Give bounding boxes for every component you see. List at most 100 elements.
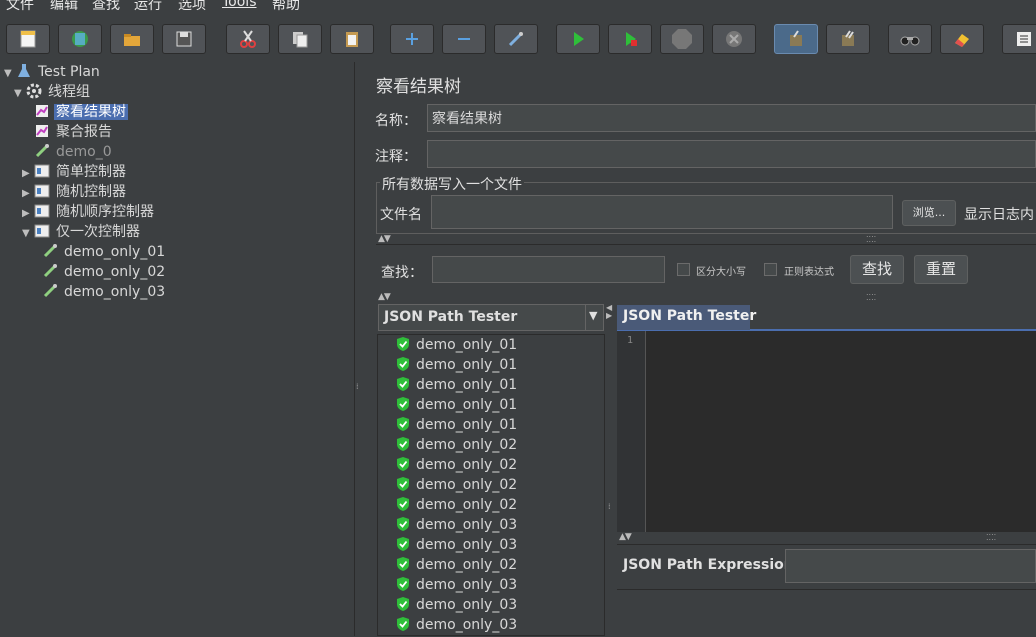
result-item[interactable]: demo_only_01 — [396, 375, 517, 395]
result-item[interactable]: demo_only_01 — [396, 335, 517, 355]
splitter-grip-icon: ⁚⁚⁚⁚ — [986, 533, 997, 542]
tree-node-demo-0[interactable]: demo_0 — [22, 142, 114, 162]
eraser-icon — [955, 34, 969, 47]
collapse-button[interactable] — [442, 24, 486, 54]
expression-result-area — [617, 589, 1036, 637]
success-shield-icon — [397, 577, 409, 591]
menu-search[interactable]: 查找 — [92, 0, 120, 12]
filename-field[interactable] — [431, 195, 893, 229]
toggle-button[interactable] — [494, 24, 538, 54]
success-shield-icon — [397, 337, 409, 351]
chevron-down-icon: ▼ — [589, 309, 598, 322]
tree-node-label: 仅一次控制器 — [56, 224, 140, 240]
tree-expand-toggle[interactable]: ▶ — [22, 204, 34, 224]
menu-file[interactable]: 文件 — [6, 0, 34, 12]
menu-edit[interactable]: 编辑 — [50, 0, 78, 12]
menu-options[interactable]: 选项 — [178, 0, 206, 12]
line-number-gutter: 1 — [617, 331, 646, 532]
tree-node-demo-only-01[interactable]: demo_only_01 — [30, 242, 167, 262]
result-item[interactable]: demo_only_01 — [396, 355, 517, 375]
tree-expand-toggle[interactable]: ▼ — [4, 64, 16, 84]
stop-button[interactable] — [660, 24, 704, 54]
tree-node-simple-controller[interactable]: ▶ 简单控制器 — [22, 162, 128, 182]
toolbar — [0, 12, 1036, 62]
result-item[interactable]: demo_only_02 — [396, 555, 517, 575]
menu-tools[interactable]: Tools — [222, 0, 257, 10]
regex-checkbox[interactable] — [764, 263, 777, 276]
result-item[interactable]: demo_only_02 — [396, 455, 517, 475]
case-sensitive-checkbox[interactable] — [677, 263, 690, 276]
result-item[interactable]: demo_only_03 — [396, 515, 517, 535]
tree-node-once-only-controller[interactable]: ▼ 仅一次控制器 — [22, 222, 142, 242]
tree-node-random-controller[interactable]: ▶ 随机控制器 — [22, 182, 128, 202]
pipette-icon — [43, 284, 57, 298]
stop-icon — [672, 29, 692, 49]
result-item[interactable]: demo_only_03 — [396, 535, 517, 555]
clear-all-button[interactable] — [826, 24, 870, 54]
tree-node-test-plan[interactable]: ▼ Test Plan — [4, 62, 102, 82]
menu-bar: 文件 编辑 查找 运行 选项 Tools 帮助 — [0, 0, 1036, 12]
tree-expand-toggle[interactable]: ▼ — [14, 84, 26, 104]
tree-node-demo-only-03[interactable]: demo_only_03 — [30, 282, 167, 302]
toggle-icon — [508, 31, 524, 47]
log-display-label: 显示日志内 — [964, 207, 1034, 223]
result-item[interactable]: demo_only_01 — [396, 415, 517, 435]
menu-help[interactable]: 帮助 — [272, 0, 300, 12]
tree-node-view-results-tree[interactable]: 察看结果树 — [22, 102, 128, 122]
open-button[interactable] — [110, 24, 154, 54]
regex-label: 正则表达式 — [784, 267, 834, 278]
success-shield-icon — [397, 497, 409, 511]
broom-clear-icon — [790, 30, 802, 46]
splitter-grip-icon: ⁚⁚⁚⁚ — [866, 293, 877, 302]
vertical-splitter[interactable]: ⁞ — [355, 62, 364, 636]
tab-label: JSON Path Tester — [623, 308, 757, 324]
tree-node-aggregate-report[interactable]: 聚合报告 — [22, 122, 114, 142]
shutdown-button[interactable] — [712, 24, 756, 54]
clear-button[interactable] — [774, 24, 818, 54]
result-item[interactable]: demo_only_03 — [396, 615, 517, 635]
browse-button[interactable]: 浏览... — [902, 200, 956, 226]
comment-field[interactable] — [427, 140, 1036, 168]
copy-button[interactable] — [278, 24, 322, 54]
reset-search-button[interactable] — [940, 24, 984, 54]
tree-node-demo-only-02[interactable]: demo_only_02 — [30, 262, 167, 282]
name-field[interactable]: 察看结果树 — [427, 104, 1036, 132]
save-button[interactable] — [162, 24, 206, 54]
result-item[interactable]: demo_only_02 — [396, 475, 517, 495]
find-button[interactable]: 查找 — [850, 255, 904, 284]
start-button[interactable] — [556, 24, 600, 54]
response-editor[interactable] — [617, 331, 1036, 532]
function-helper-button[interactable] — [1002, 24, 1036, 54]
tree-expand-toggle[interactable]: ▼ — [22, 224, 34, 244]
collapse-arrows-icon[interactable]: ▲▼ — [619, 532, 632, 542]
collapse-arrows-icon[interactable]: ▲▼ — [378, 292, 391, 302]
search-button[interactable] — [888, 24, 932, 54]
result-item[interactable]: demo_only_02 — [396, 495, 517, 515]
vertical-splitter[interactable]: ⁞ ◀ ▶ — [606, 304, 616, 636]
start-no-timers-button[interactable] — [608, 24, 652, 54]
tree-node-random-order-controller[interactable]: ▶ 随机顺序控制器 — [22, 202, 156, 222]
tree-expand-toggle[interactable]: ▶ — [22, 164, 34, 184]
tab-json-path-tester[interactable]: JSON Path Tester — [617, 305, 756, 330]
result-item[interactable]: demo_only_03 — [396, 595, 517, 615]
expand-button[interactable] — [390, 24, 434, 54]
menu-run[interactable]: 运行 — [134, 0, 162, 12]
reset-button[interactable]: 重置 — [914, 255, 968, 284]
cut-button[interactable] — [226, 24, 270, 54]
result-item[interactable]: demo_only_03 — [396, 575, 517, 595]
paste-button[interactable] — [330, 24, 374, 54]
test-plan-tree: ▼ Test Plan ▼ 线程组 察看结果树 聚合报告 demo_0 ▶ 简单控制器… — [0, 62, 355, 636]
renderer-select[interactable]: JSON Path Tester ▼ — [378, 304, 604, 331]
search-field[interactable] — [432, 256, 665, 283]
expression-field[interactable] — [785, 549, 1036, 583]
minus-icon — [458, 38, 470, 40]
collapse-arrows-icon[interactable]: ▲▼ — [378, 234, 391, 244]
result-item[interactable]: demo_only_01 — [396, 395, 517, 415]
tree-expand-toggle[interactable]: ▶ — [22, 184, 34, 204]
result-item[interactable]: demo_only_02 — [396, 435, 517, 455]
templates-button[interactable] — [58, 24, 102, 54]
tree-node-thread-group[interactable]: ▼ 线程组 — [14, 82, 92, 102]
result-item-label: demo_only_03 — [416, 577, 518, 593]
divider — [585, 305, 586, 330]
new-button[interactable] — [6, 24, 50, 54]
